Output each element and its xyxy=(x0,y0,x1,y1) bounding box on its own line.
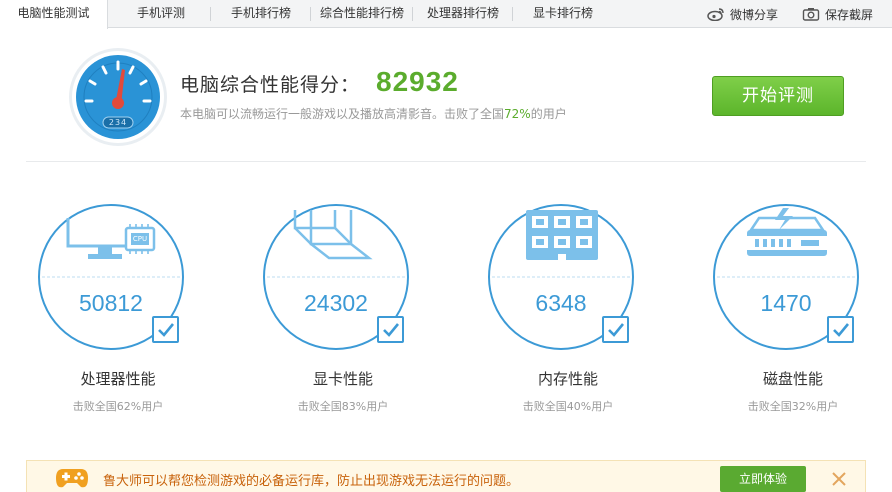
disk-performance-card: 1470 磁盘性能 击败全国32%用户 xyxy=(703,200,892,425)
memory-check-icon xyxy=(602,316,629,343)
memory-card-title: 内存性能 xyxy=(537,370,598,388)
tab-overall-ranking[interactable]: 综合性能排行榜 xyxy=(312,0,412,28)
gauge-readout: 234 xyxy=(108,118,128,127)
tab-pc-performance[interactable]: 电脑性能测试 xyxy=(0,0,108,29)
gpu-performance-card: 24302 显卡性能 击败全国83%用户 xyxy=(253,200,443,425)
gpu-cube-icon xyxy=(293,210,373,260)
try-now-button[interactable]: 立即体验 xyxy=(720,466,806,492)
tab-cpu-ranking[interactable]: 处理器排行榜 xyxy=(414,0,512,28)
weibo-share-label: 微博分享 xyxy=(730,7,779,22)
tab-separator xyxy=(210,7,211,21)
cpu-performance-card: CPU 50812 处理器性能 击败全国62%用户 xyxy=(28,200,218,425)
memory-card-subtitle: 击败全国40%用户 xyxy=(522,400,614,413)
performance-gauge-icon: 234 xyxy=(68,47,168,147)
gpu-card-subtitle: 击败全国83%用户 xyxy=(297,400,389,413)
disk-card-title: 磁盘性能 xyxy=(762,370,823,388)
tab-gpu-ranking[interactable]: 显卡排行榜 xyxy=(514,0,612,28)
score-description: 本电脑可以流畅运行一般游戏以及播放高清影音。击败了全国72%的用户 xyxy=(180,105,567,122)
close-icon[interactable] xyxy=(827,467,851,491)
tab-separator xyxy=(412,7,413,21)
memory-chip-icon xyxy=(526,210,598,260)
start-test-button[interactable]: 开始评测 xyxy=(712,76,844,116)
save-screenshot-label: 保存截屏 xyxy=(825,7,874,22)
score-desc-suffix: 的用户 xyxy=(530,107,567,121)
camera-icon xyxy=(802,8,820,21)
cpu-card-title: 处理器性能 xyxy=(80,370,156,388)
cpu-card-subtitle: 击败全国62%用户 xyxy=(72,400,164,413)
tab-bar: 电脑性能测试 手机评测 手机排行榜 综合性能排行榜 处理器排行榜 显卡排行榜 微… xyxy=(0,0,892,29)
disk-drive-icon xyxy=(747,208,827,256)
notice-text: 鲁大师可以帮您检测游戏的必备运行库，防止出现游戏无法运行的问题。 xyxy=(103,474,520,489)
gpu-score-value: 24302 xyxy=(304,290,368,316)
score-title: 电脑综合性能得分： xyxy=(180,74,361,96)
memory-performance-card: 6348 内存性能 击败全国40%用户 xyxy=(478,200,668,425)
tab-phone-review[interactable]: 手机评测 xyxy=(112,0,210,28)
disk-card-subtitle: 击败全国32%用户 xyxy=(747,400,839,413)
memory-score-value: 6348 xyxy=(535,290,587,316)
score-value: 82932 xyxy=(376,66,459,97)
weibo-share-button[interactable]: 微博分享 xyxy=(707,0,778,28)
gpu-check-icon xyxy=(377,316,404,343)
disk-check-icon xyxy=(827,316,854,343)
weibo-icon xyxy=(707,8,724,21)
tab-separator xyxy=(310,7,311,21)
game-runtime-notice: 鲁大师可以帮您检测游戏的必备运行库，防止出现游戏无法运行的问题。 立即体验 xyxy=(26,460,866,492)
save-screenshot-button[interactable]: 保存截屏 xyxy=(802,0,873,28)
cpu-check-icon xyxy=(152,316,179,343)
gamepad-icon xyxy=(56,469,88,488)
score-desc-percent: 72% xyxy=(504,107,531,121)
tab-phone-ranking[interactable]: 手机排行榜 xyxy=(212,0,310,28)
cpu-score-value: 50812 xyxy=(79,290,143,316)
score-desc-prefix: 本电脑可以流畅运行一般游戏以及播放高清影音。击败了全国 xyxy=(180,107,505,121)
gpu-card-title: 显卡性能 xyxy=(312,370,373,388)
disk-score-value: 1470 xyxy=(760,290,812,316)
divider xyxy=(26,161,866,162)
tab-separator xyxy=(512,7,513,21)
cpu-chip-label: CPU xyxy=(132,235,148,243)
